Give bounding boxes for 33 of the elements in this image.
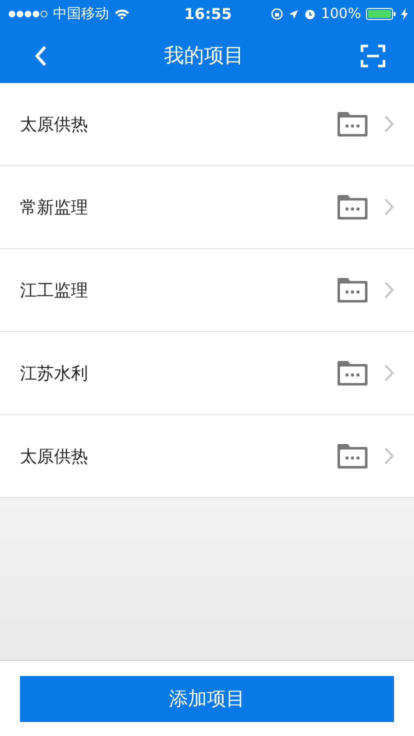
- folder-icon: [337, 111, 368, 137]
- project-name: 江工监理: [20, 280, 88, 302]
- chevron-right-icon: [384, 281, 394, 299]
- add-project-button[interactable]: 添加项目: [20, 676, 394, 722]
- charging-icon: [401, 8, 408, 20]
- project-name: 江苏水利: [20, 362, 88, 384]
- chevron-right-icon: [384, 198, 394, 216]
- battery-icon: [366, 8, 396, 20]
- carrier-name: 中国移动: [53, 5, 109, 23]
- folder-icon: [337, 194, 368, 220]
- wifi-icon: [114, 8, 130, 20]
- page-title: 我的项目: [164, 42, 244, 69]
- chevron-right-icon: [384, 447, 394, 465]
- chevron-right-icon: [384, 364, 394, 382]
- project-name: 常新监理: [20, 196, 88, 218]
- alarm-icon: [304, 8, 316, 20]
- scan-icon: [360, 44, 386, 68]
- clock-time: 16:55: [184, 5, 232, 23]
- folder-icon: [337, 277, 368, 303]
- folder-icon: [337, 443, 368, 469]
- project-name: 太原供热: [20, 114, 88, 136]
- lock-rotation-icon: [270, 8, 283, 20]
- folder-icon: [337, 360, 368, 386]
- chevron-left-icon: [34, 44, 48, 66]
- project-item[interactable]: 太原供热: [0, 83, 414, 166]
- project-name: 太原供热: [20, 446, 88, 468]
- project-item[interactable]: 江苏水利: [0, 332, 414, 415]
- chevron-right-icon: [384, 115, 394, 133]
- project-item[interactable]: 江工监理: [0, 249, 414, 332]
- signal-icon: [8, 10, 48, 18]
- location-icon: [288, 8, 299, 20]
- project-item[interactable]: 常新监理: [0, 166, 414, 249]
- battery-percent: 100%: [320, 6, 361, 22]
